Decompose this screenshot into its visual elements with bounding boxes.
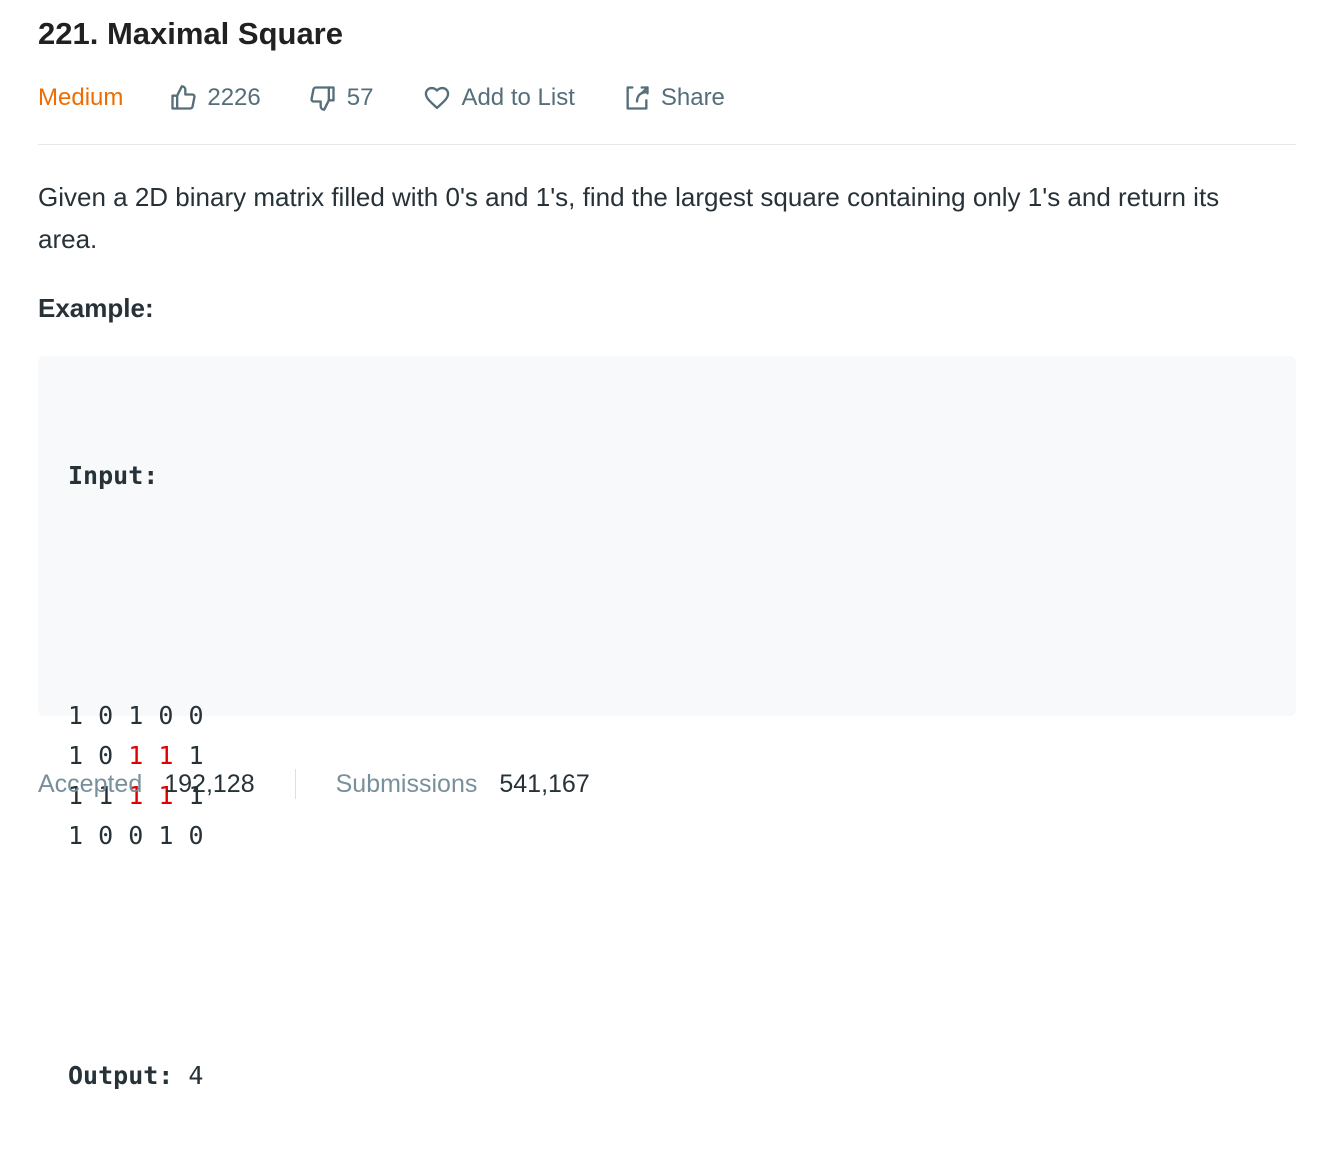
problem-title: 221. Maximal Square <box>38 16 343 51</box>
matrix-cell: 0 <box>188 701 204 730</box>
matrix-cell: 0 <box>98 701 114 730</box>
matrix-row: 1 0 1 0 0 <box>68 696 204 736</box>
like-count: 2226 <box>207 84 261 111</box>
matrix-row: 1 0 0 1 0 <box>68 816 204 856</box>
accepted-label: Accepted <box>38 769 143 798</box>
accepted-value: 192,128 <box>164 769 255 798</box>
problem-meta-bar: Medium 2226 57 Add to List Share <box>38 78 725 118</box>
share-label: Share <box>660 84 725 111</box>
example-heading: Example: <box>38 293 154 323</box>
problem-description: Given a 2D binary matrix filled with 0's… <box>38 182 1220 254</box>
thumbs-down-icon <box>310 86 335 111</box>
heart-icon <box>425 86 450 110</box>
matrix-cell: 1 <box>68 701 84 730</box>
submission-stats: Accepted 192,128 Submissions 541,167 <box>38 764 590 804</box>
add-to-list-label: Add to List <box>461 84 575 111</box>
like-button[interactable]: 2226 <box>169 84 261 112</box>
add-to-list-button[interactable]: Add to List <box>423 84 575 112</box>
matrix-cell: 0 <box>188 821 204 850</box>
matrix-cell: 1 <box>68 821 84 850</box>
submissions-label: Submissions <box>335 769 478 798</box>
share-button[interactable]: Share <box>623 84 725 112</box>
output-value: 4 <box>188 1061 204 1090</box>
stats-separator <box>294 769 296 799</box>
output-label: Output: <box>68 1061 174 1090</box>
matrix-cell: 0 <box>158 701 174 730</box>
input-label: Input: <box>68 461 159 490</box>
dislike-button[interactable]: 57 <box>309 84 374 112</box>
example-code-block: Input: 1 0 1 0 01 0 1 1 11 1 1 1 11 0 0 … <box>38 356 1296 1090</box>
submissions-value: 541,167 <box>499 769 590 798</box>
matrix-cell: 1 <box>158 821 174 850</box>
matrix-cell: 0 <box>98 821 114 850</box>
share-icon <box>626 86 649 110</box>
matrix-cell: 1 <box>128 701 144 730</box>
dislike-count: 57 <box>346 84 374 111</box>
matrix-cell: 0 <box>128 821 144 850</box>
thumbs-up-icon <box>171 85 196 110</box>
divider <box>38 144 1296 145</box>
difficulty-badge: Medium <box>38 84 124 111</box>
